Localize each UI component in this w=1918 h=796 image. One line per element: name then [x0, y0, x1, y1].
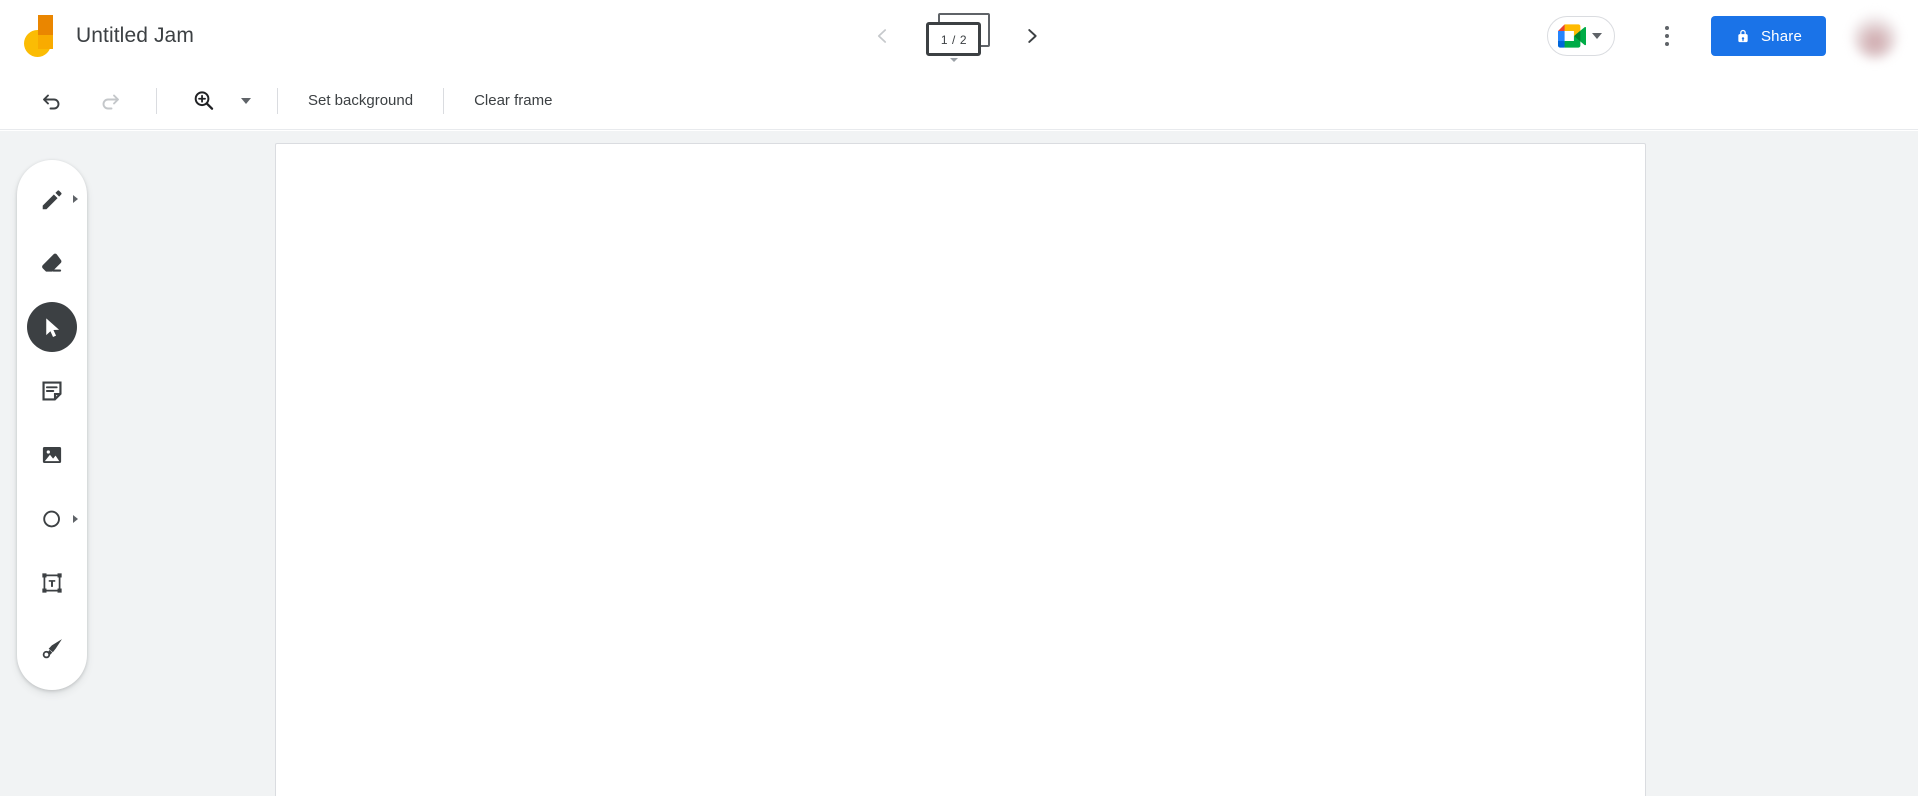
shape-flyout-arrow-icon[interactable]	[73, 515, 78, 523]
page-title[interactable]: Untitled Jam	[76, 24, 194, 48]
undo-button[interactable]	[32, 81, 72, 121]
jam-canvas[interactable]	[275, 143, 1646, 796]
frame-counter-button[interactable]: 1 / 2	[920, 9, 994, 63]
pen-icon	[42, 190, 61, 209]
workspace-area	[0, 131, 1918, 796]
undo-icon	[43, 94, 60, 109]
secondary-toolbar: Set background Clear frame	[0, 72, 1918, 130]
tool-pen[interactable]	[27, 174, 78, 224]
top-bar-actions: Share	[1546, 0, 1906, 72]
image-icon	[42, 446, 62, 464]
toolbar-divider	[443, 87, 445, 114]
jamboard-logo-icon	[24, 15, 54, 57]
more-options-button[interactable]	[1645, 14, 1689, 58]
set-background-button[interactable]: Set background	[298, 83, 423, 119]
zoom-in-icon	[194, 91, 213, 110]
lock-icon	[1738, 29, 1748, 43]
clear-frame-button[interactable]: Clear frame	[464, 83, 562, 119]
frame-counter-label: 1 / 2	[940, 33, 968, 47]
text-box-icon	[42, 573, 62, 593]
share-button-label: Share	[1760, 27, 1802, 45]
brand-area: Untitled Jam	[24, 0, 194, 72]
redo-icon	[102, 94, 119, 109]
kebab-dot	[1664, 42, 1669, 46]
tool-select[interactable]	[27, 302, 77, 352]
google-meet-icon	[1557, 24, 1586, 48]
google-meet-button[interactable]	[1546, 16, 1615, 56]
frame-navigation: 1 / 2	[860, 0, 1054, 72]
tool-image[interactable]	[27, 430, 77, 480]
tool-laser-pointer[interactable]	[27, 622, 77, 672]
tool-shape[interactable]	[27, 494, 78, 544]
chevron-right-icon	[1028, 29, 1037, 43]
toolbar-divider	[277, 87, 278, 114]
next-frame-button[interactable]	[1010, 14, 1054, 58]
redo-button[interactable]	[90, 81, 130, 121]
tool-sticky-note[interactable]	[27, 366, 77, 416]
zoom-dropdown-caret-icon[interactable]	[241, 97, 251, 104]
avatar[interactable]	[1852, 13, 1898, 59]
tool-palette	[17, 160, 87, 690]
frame-dropdown-caret-icon[interactable]	[950, 58, 958, 62]
pen-flyout-arrow-icon[interactable]	[73, 195, 78, 203]
previous-frame-button[interactable]	[860, 14, 904, 58]
tool-text-box[interactable]	[27, 558, 77, 608]
eraser-icon	[42, 253, 62, 272]
kebab-dot	[1664, 26, 1669, 30]
cursor-select-icon	[45, 317, 59, 337]
chevron-left-icon	[877, 29, 887, 43]
zoom-in-button[interactable]	[183, 81, 223, 121]
meet-dropdown-caret-icon[interactable]	[1591, 33, 1602, 39]
laser-pointer-icon	[42, 638, 62, 658]
circle-shape-icon	[43, 510, 60, 528]
share-button[interactable]: Share	[1710, 16, 1826, 56]
jamboard-app: Untitled Jam 1 / 2 Share Set background …	[0, 0, 1918, 796]
sticky-note-icon	[42, 381, 62, 401]
tool-eraser[interactable]	[27, 238, 77, 288]
kebab-dot	[1664, 34, 1669, 38]
top-app-bar: Untitled Jam 1 / 2 Share	[0, 0, 1918, 72]
toolbar-divider	[156, 87, 157, 114]
